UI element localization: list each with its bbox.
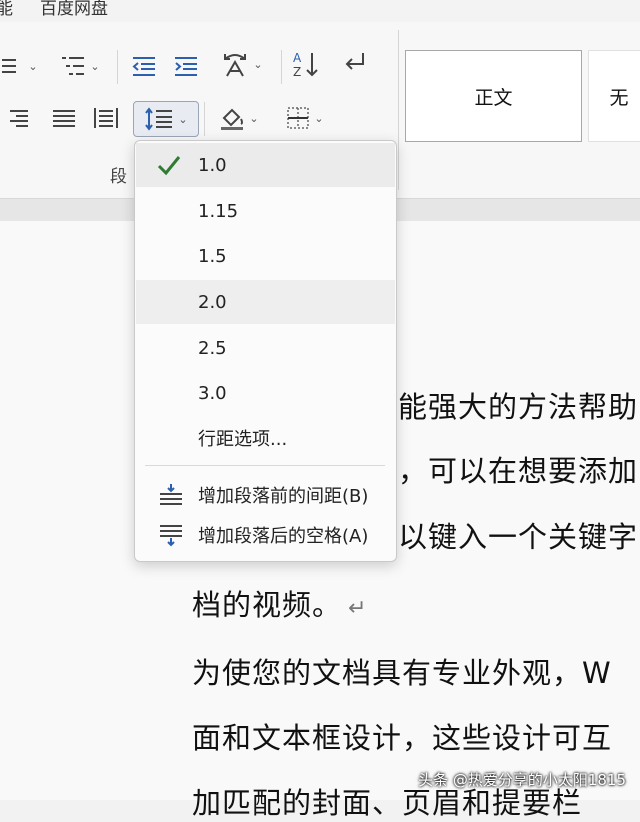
svg-text:A: A xyxy=(293,51,302,65)
align-right-button[interactable] xyxy=(0,102,34,134)
option-label: 行距选项... xyxy=(198,429,288,450)
align-right-icon xyxy=(10,110,28,127)
paint-bucket-icon xyxy=(221,108,244,130)
option-label: 1.15 xyxy=(198,200,239,222)
sort-button[interactable]: AZ xyxy=(286,48,326,80)
menu-item-partial[interactable]: 能 xyxy=(0,0,13,19)
divider xyxy=(398,30,399,190)
line-spacing-option-2-0[interactable]: 2.0 xyxy=(136,280,395,324)
distributed-icon xyxy=(94,108,118,128)
character-scaling-icon xyxy=(224,54,247,77)
option-label: 2.5 xyxy=(198,337,227,359)
option-label: 增加段落前的间距(B) xyxy=(198,486,369,507)
justify-icon xyxy=(53,110,75,127)
line-spacing-dropdown: 1.0 1.15 1.5 2.0 2.5 3.0 行距选项... 增加段落前的间… xyxy=(134,140,397,562)
style-normal[interactable]: 正文 xyxy=(405,50,582,142)
add-space-before-item[interactable]: 增加段落前的间距(B) xyxy=(136,473,395,517)
paragraph-mark-icon xyxy=(345,53,364,70)
option-label: 3.0 xyxy=(198,382,227,404)
borders-icon xyxy=(287,107,310,129)
checkmark-icon xyxy=(157,156,181,176)
option-label: 增加段落后的空格(A) xyxy=(198,526,369,547)
asian-layout-button[interactable]: ⌄ xyxy=(214,48,270,80)
option-label: 2.0 xyxy=(198,291,227,313)
borders-button[interactable]: ⌄ xyxy=(276,102,334,134)
increase-indent-button[interactable] xyxy=(168,50,204,82)
increase-indent-icon xyxy=(175,57,197,76)
paragraph-return-icon: ↵ xyxy=(348,596,368,621)
divider xyxy=(281,50,282,84)
style-next-label: 无 xyxy=(609,86,629,109)
multilevel-list-icon xyxy=(62,57,85,75)
justify-button[interactable] xyxy=(46,102,82,134)
show-marks-button[interactable] xyxy=(334,48,374,80)
doc-line-3: 以键入一个关键字 xyxy=(398,520,639,554)
style-next[interactable]: 无 xyxy=(588,50,640,142)
shading-button[interactable]: ⌄ xyxy=(212,102,266,134)
distributed-button[interactable] xyxy=(88,102,124,134)
bullets-icon xyxy=(2,59,17,73)
line-spacing-options-item[interactable]: 行距选项... xyxy=(136,416,395,460)
doc-line-6: 面和文本框设计，这些设计可互 xyxy=(192,721,613,755)
bullets-button[interactable]: ⌄ xyxy=(0,50,40,82)
sort-icon: AZ xyxy=(293,51,318,79)
svg-text:Z: Z xyxy=(293,65,301,79)
doc-line-2: ，可以在想要添加 xyxy=(398,454,639,488)
divider xyxy=(117,50,118,84)
doc-line-1: 能强大的方法帮助 xyxy=(398,390,639,424)
doc-line-5: 为使您的文档具有专业外观，W xyxy=(192,656,612,690)
add-space-after-item[interactable]: 增加段落后的空格(A) xyxy=(136,513,395,557)
paragraph-group-label: 段 xyxy=(110,167,127,187)
line-spacing-option-3-0[interactable]: 3.0 xyxy=(136,371,395,415)
line-spacing-option-2-5[interactable]: 2.5 xyxy=(136,326,395,370)
doc-line-4: 档的视频。 ↵ xyxy=(192,582,367,624)
decrease-indent-icon xyxy=(132,57,155,76)
line-spacing-button[interactable]: ⌄ xyxy=(133,101,199,137)
line-spacing-option-1-15[interactable]: 1.15 xyxy=(136,189,395,233)
line-spacing-option-1-0[interactable]: 1.0 xyxy=(136,143,395,187)
watermark: 头条 @热爱分享的小太阳1815 xyxy=(418,771,626,789)
line-spacing-icon xyxy=(145,107,173,131)
option-label: 1.0 xyxy=(198,154,227,176)
multilevel-list-button[interactable]: ⌄ xyxy=(54,50,106,82)
divider xyxy=(204,102,205,136)
menu-bar: 能 百度网盘 xyxy=(0,0,640,22)
decrease-indent-button[interactable] xyxy=(126,50,162,82)
option-label: 1.5 xyxy=(198,245,227,267)
menu-item-baidu-netdisk[interactable]: 百度网盘 xyxy=(40,0,108,19)
line-spacing-option-1-5[interactable]: 1.5 xyxy=(136,234,395,278)
menu-divider xyxy=(145,465,385,466)
space-after-icon xyxy=(160,525,182,547)
space-before-icon xyxy=(160,484,182,505)
doc-line-4-text: 档的视频。 xyxy=(192,588,343,622)
